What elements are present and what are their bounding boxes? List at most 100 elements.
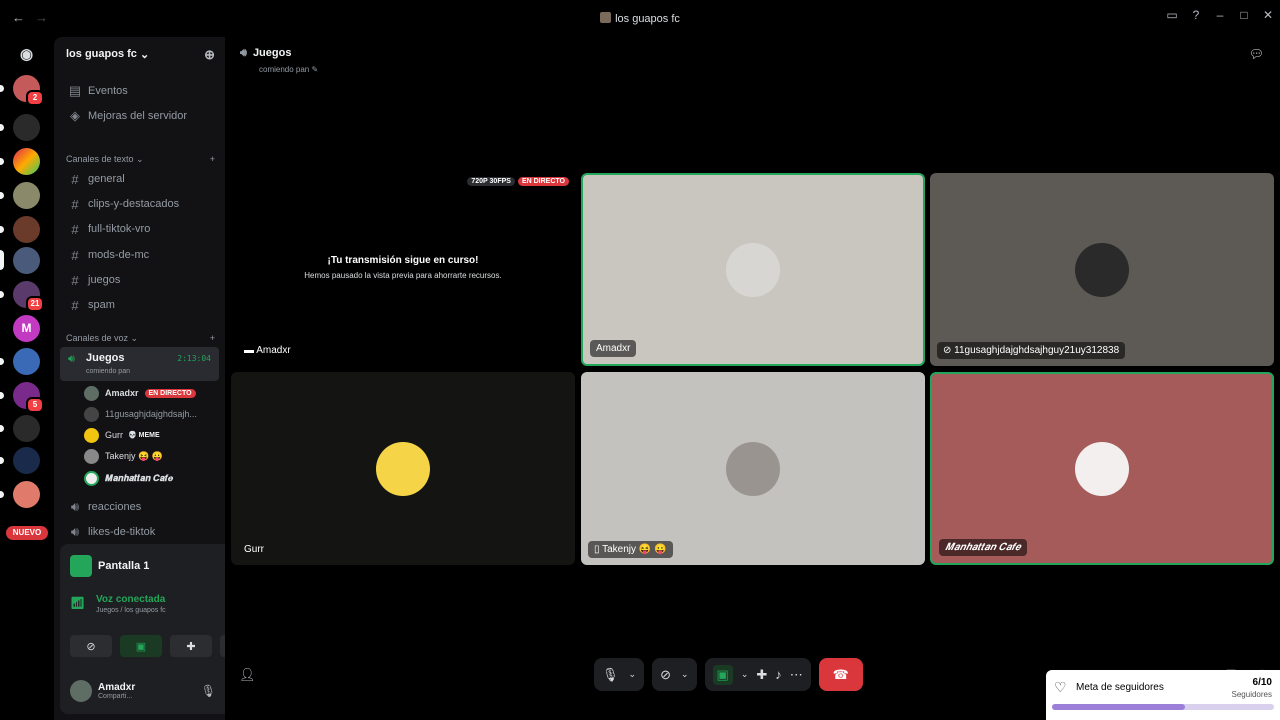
avatar — [70, 680, 92, 702]
avatar — [84, 470, 99, 486]
speaker-icon: 🔊︎ — [240, 47, 247, 59]
discord-home-icon[interactable]: ◉ — [13, 41, 40, 68]
voice-member[interactable]: Gurr 💀 MEME — [84, 425, 219, 445]
channel-status[interactable]: comiendo pan ✎ — [259, 65, 318, 74]
voice-channel-juegos[interactable]: 🔊︎ Juegos 2:13:04 comiendo pan — [60, 347, 219, 381]
media-controls: ▣ ⌄ ✚ ♪ ⋯ — [704, 658, 811, 691]
voice-member[interactable]: Takenjy 😝 😛 — [84, 446, 219, 466]
voice-channel-likes[interactable]: 🔊︎ likes-de-tiktok — [60, 520, 219, 544]
events-item[interactable]: ▤ Eventos — [60, 79, 219, 103]
hash-icon: # — [71, 196, 79, 212]
microphone-icon[interactable]: 🎙︎ — [602, 667, 619, 683]
maximize-button[interactable]: □ — [1238, 8, 1250, 22]
channel-general[interactable]: # general — [60, 167, 219, 191]
server-icon[interactable] — [0, 148, 40, 175]
activities-button[interactable]: ✚ — [170, 635, 212, 657]
minimize-button[interactable]: – — [1214, 8, 1226, 22]
progress-bar — [1052, 704, 1274, 710]
tile-label: ▯ Takenjy 😝 😛 — [588, 541, 673, 558]
voice-category[interactable]: Canales de voz ⌄ + — [66, 333, 215, 344]
camera-control[interactable]: ⊘ ⌄ — [652, 658, 697, 691]
voice-member[interactable]: 𝑴𝒂𝒏𝒉𝒂𝒕𝒕𝒂𝒏 𝑪𝒂𝒇𝒆 — [84, 468, 219, 488]
speaker-icon: 🔊︎ — [70, 524, 80, 539]
avatar — [1075, 242, 1129, 297]
channel-spam[interactable]: # spam — [60, 293, 219, 317]
leave-call-button[interactable]: ☎ — [818, 658, 863, 691]
activities-icon[interactable]: ✚ — [756, 667, 767, 683]
server-icon[interactable] — [0, 216, 40, 243]
speaker-icon: 🔊︎ — [70, 499, 80, 514]
tile-label: ▬ Amadxr — [244, 345, 291, 356]
speaker-icon: 🔊︎ — [68, 353, 75, 365]
channel-clips[interactable]: # clips-y-destacados — [60, 192, 219, 216]
hash-icon: # — [71, 247, 79, 263]
participant-tile[interactable]: ▯ Takenjy 😝 😛 — [581, 372, 925, 565]
screen-preview-icon — [70, 555, 92, 577]
hash-icon: # — [71, 297, 79, 313]
add-channel-icon[interactable]: + — [210, 154, 215, 165]
voice-member[interactable]: 11gusaghjdajghdsajh... — [84, 404, 219, 424]
screen-share-button[interactable]: ▣ — [120, 635, 162, 657]
channel-tiktok[interactable]: # full-tiktok-vro — [60, 217, 219, 241]
server-icon[interactable] — [0, 247, 40, 274]
hash-icon: # — [71, 171, 79, 187]
text-category[interactable]: Canales de texto ⌄ + — [66, 154, 215, 165]
participant-tile[interactable]: Amadxr — [581, 173, 925, 366]
follower-goal-widget: ♡ Meta de seguidores 6/10 Seguidores — [1046, 670, 1280, 720]
server-icon[interactable] — [0, 415, 40, 442]
server-icon[interactable]: M — [13, 315, 40, 342]
server-icon[interactable] — [0, 447, 40, 474]
screen-icon: ▬ — [244, 345, 254, 356]
close-button[interactable]: ✕ — [1262, 8, 1274, 22]
avatar — [84, 448, 99, 464]
stream-tile[interactable]: 720P 30FPS EN DIRECTO ¡Tu transmisión si… — [231, 173, 575, 366]
server-icon[interactable]: 5 — [0, 382, 44, 413]
participant-tile[interactable]: ⊘ 11gusaghjdajghdsajhguy21uy312838 — [930, 173, 1274, 366]
tile-label: Amadxr — [590, 340, 637, 357]
screen-share-icon[interactable]: ▣ — [712, 664, 733, 685]
muted-icon: ⊘ — [943, 345, 952, 356]
invite-icon[interactable]: ⊕ — [204, 47, 215, 63]
mic-control[interactable]: 🎙︎ ⌄ — [594, 658, 645, 691]
server-icon[interactable] — [0, 481, 40, 508]
help-icon[interactable]: ? — [1190, 8, 1202, 22]
add-channel-icon[interactable]: + — [210, 333, 215, 344]
server-list: ◉ 2 21 M 5 NUEVO — [0, 37, 54, 720]
server-icon[interactable]: 21 — [0, 281, 44, 312]
participant-tile[interactable]: 𝑴𝒂𝒏𝒉𝒂𝒕𝒕𝒂𝒏 𝑪𝒂𝒇𝒆 — [930, 372, 1274, 565]
chevron-down-icon[interactable]: ⌄ — [681, 669, 689, 680]
invite-user-icon[interactable]: 👤︎ — [239, 667, 256, 683]
boost-icon: ◈ — [70, 108, 80, 123]
title-bar: ← → los guapos fc ▭ ? – □ ✕ — [0, 0, 1280, 37]
server-icon[interactable] — [0, 182, 40, 209]
server-header[interactable]: los guapos fc ⌄ ⊕ — [54, 37, 225, 71]
chevron-down-icon[interactable]: ⌄ — [741, 669, 749, 680]
tile-label: ⊘ 11gusaghjdajghdsajhguy21uy312838 — [937, 342, 1126, 359]
boost-item[interactable]: ◈ Mejoras del servidor — [60, 104, 219, 128]
participant-tile[interactable]: Gurr — [231, 372, 575, 565]
channel-juegos[interactable]: # juegos — [60, 268, 219, 292]
mobile-icon: ▯ — [594, 544, 600, 555]
avatar — [1075, 441, 1129, 496]
microphone-icon[interactable]: 🎙︎ — [201, 684, 216, 698]
channel-mods[interactable]: # mods-de-mc — [60, 243, 219, 267]
heart-icon: ♡ — [1054, 679, 1067, 695]
server-icon[interactable] — [0, 348, 40, 375]
voice-member[interactable]: Amadxr EN DIRECTO — [84, 383, 219, 403]
inbox-icon[interactable]: ▭ — [1166, 8, 1178, 22]
server-icon[interactable]: 2 — [0, 75, 44, 106]
chat-bubble-icon[interactable]: 💬︎ — [1249, 47, 1264, 61]
window-title: los guapos fc — [0, 12, 1280, 25]
voice-channel-reacciones[interactable]: 🔊︎ reacciones — [60, 495, 219, 519]
progress-fill — [1052, 704, 1186, 710]
server-icon[interactable] — [0, 114, 40, 141]
avatar — [726, 242, 780, 297]
soundboard-icon[interactable]: ♪ — [775, 667, 782, 682]
hash-icon: # — [71, 221, 79, 237]
avatar — [84, 427, 99, 443]
chevron-down-icon[interactable]: ⌄ — [629, 669, 637, 680]
camera-off-button[interactable]: ⊘ — [70, 635, 112, 657]
channel-header: 🔊︎ Juegos — [240, 47, 292, 59]
more-options-icon[interactable]: ⋯ — [790, 667, 803, 683]
camera-off-icon[interactable]: ⊘ — [660, 667, 671, 683]
